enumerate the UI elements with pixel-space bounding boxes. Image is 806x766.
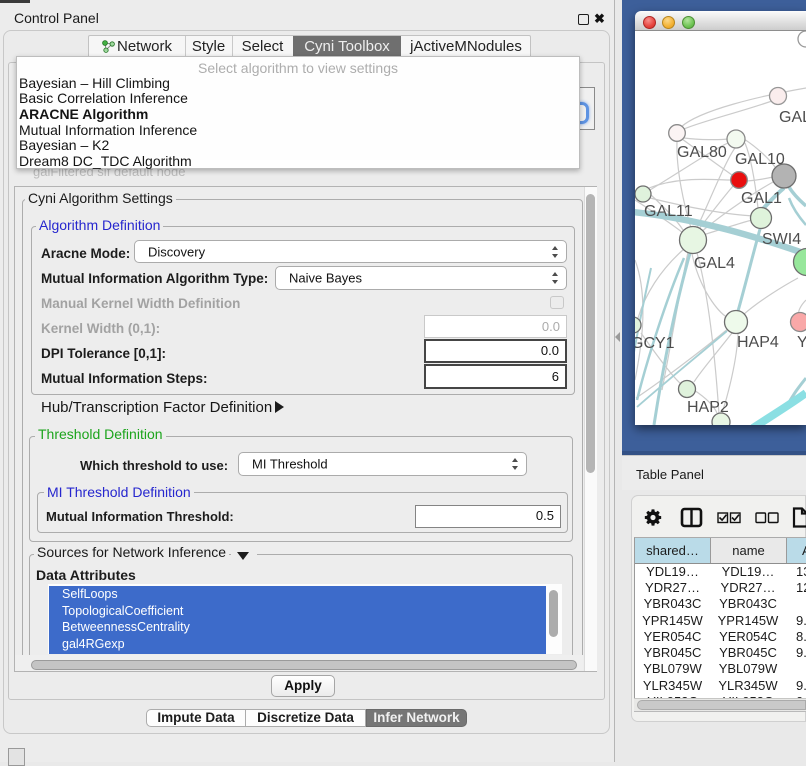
- svg-text:SWI4: SWI4: [762, 231, 801, 248]
- svg-text:Y: Y: [797, 334, 806, 351]
- svg-text:GAL: GAL: [779, 109, 806, 126]
- svg-text:GAL10: GAL10: [735, 151, 785, 168]
- svg-text:HAP2: HAP2: [687, 399, 729, 416]
- svg-text:GAL1: GAL1: [741, 190, 782, 207]
- svg-text:GCY1: GCY1: [635, 335, 675, 352]
- svg-text:GAL4: GAL4: [694, 255, 735, 272]
- svg-text:GAL11: GAL11: [644, 203, 693, 220]
- svg-text:HAP4: HAP4: [737, 334, 779, 351]
- svg-text:GAL80: GAL80: [677, 144, 727, 161]
